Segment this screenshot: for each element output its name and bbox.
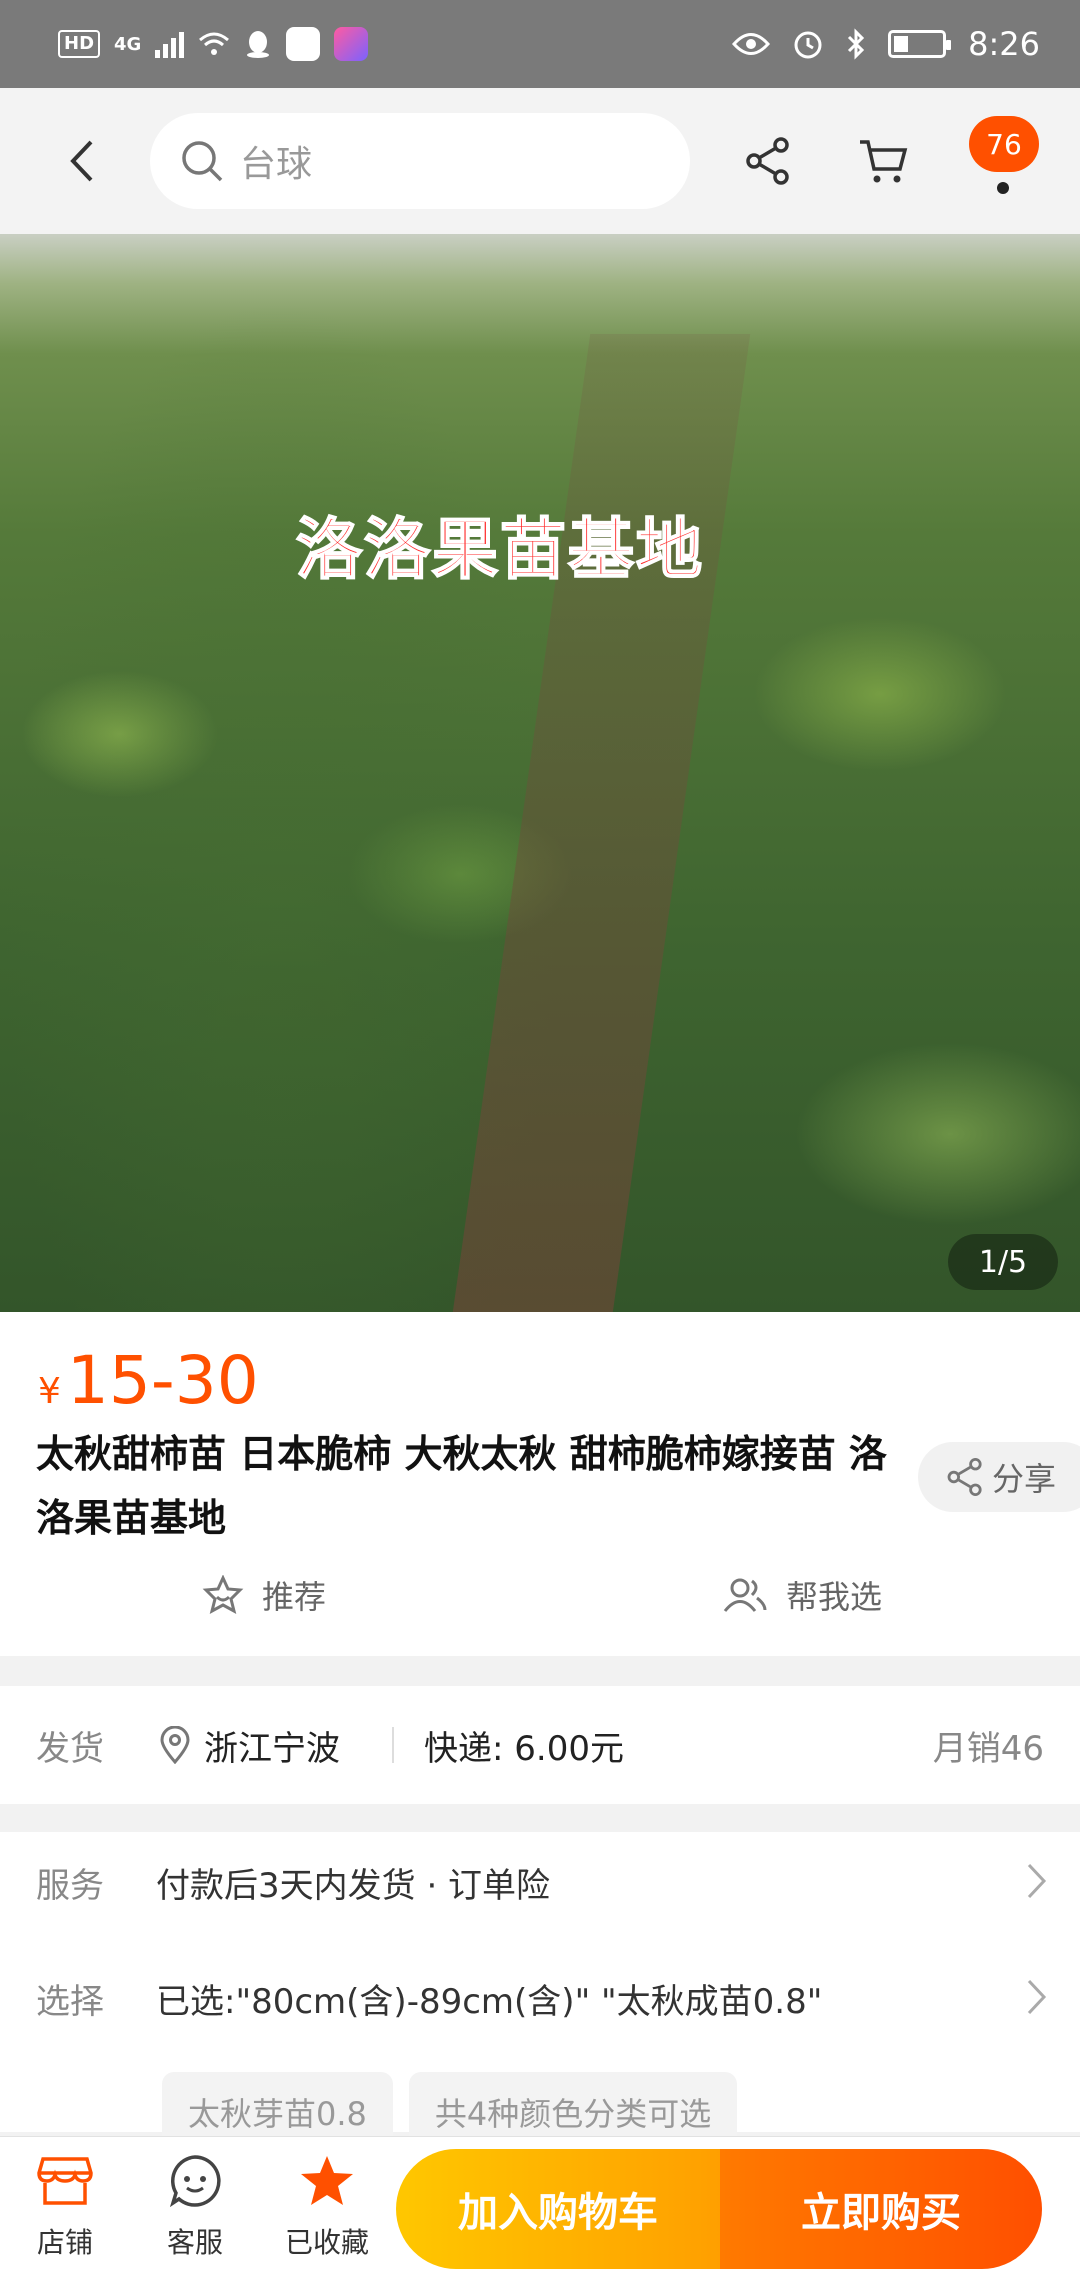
clock: 8:26 — [968, 25, 1040, 63]
signal-icon — [155, 30, 185, 58]
buy-now-button[interactable]: 立即购买 — [720, 2149, 1042, 2269]
currency-symbol: ¥ — [38, 1371, 61, 1412]
customer-service-button[interactable]: 客服 — [140, 2151, 250, 2271]
service-label: 服务 — [36, 1865, 104, 1906]
top-nav: 台球 76 — [0, 88, 1080, 234]
status-bar: HD 4G 8:26 — [0, 0, 1080, 88]
cart-icon — [860, 140, 908, 183]
product-actions: 推荐 帮我选 — [0, 1562, 1080, 1642]
location-text: 浙江宁波 — [204, 1728, 340, 1769]
wifi-icon — [199, 32, 230, 55]
customer-service-icon — [165, 2151, 225, 2211]
service-selection-card: 服务 付款后3天内发货 · 订单险 选择 已选:"80cm(含)-89cm(含)… — [0, 1832, 1080, 2152]
favorite-button[interactable]: 已收藏 — [272, 2151, 382, 2271]
selection-label: 选择 — [36, 1981, 104, 2022]
selection-value: 已选:"80cm(含)-89cm(含)" "太秋成苗0.8" — [156, 1981, 823, 2022]
shipping-fee: 快递: 6.00元 — [424, 1728, 624, 1769]
battery-icon — [888, 30, 952, 58]
share-icon — [746, 137, 789, 185]
location-pin-icon — [160, 1726, 190, 1764]
recommend-button[interactable]: 推荐 — [202, 1572, 326, 1618]
favorite-label: 已收藏 — [284, 2226, 369, 2259]
bluetooth-icon — [848, 28, 865, 60]
people-icon — [723, 1578, 767, 1612]
bottom-action-bar: 店铺 客服 已收藏 加入购物车 立即购买 — [0, 2136, 1080, 2280]
share-label: 分享 — [992, 1460, 1057, 1498]
qq-icon — [247, 31, 270, 58]
search-placeholder: 台球 — [240, 144, 313, 185]
product-info-card: ¥ 15-30 太秋甜柿苗 日本脆柿 大秋太秋 甜柿脆柿嫁接苗 洛洛果苗基地 分… — [0, 1312, 1080, 1656]
star-icon — [297, 2151, 357, 2211]
help-choose-label: 帮我选 — [786, 1578, 883, 1616]
store-icon — [35, 2151, 95, 2211]
more-dot-icon — [997, 182, 1009, 194]
shop-label: 店铺 — [36, 2226, 93, 2259]
chevron-right-icon — [1027, 1979, 1047, 2015]
message-count-badge: 76 — [969, 116, 1039, 172]
eye-comfort-icon — [732, 33, 771, 55]
share-button[interactable] — [735, 128, 801, 194]
product-image-carousel[interactable]: 洛洛果苗基地 1/5 — [0, 234, 1080, 1312]
recommend-label: 推荐 — [262, 1578, 327, 1616]
back-button[interactable] — [52, 128, 112, 194]
image-counter: 1/5 — [948, 1234, 1058, 1290]
chevron-right-icon — [1027, 1863, 1047, 1899]
share-icon — [947, 1458, 982, 1496]
price-value: 15-30 — [66, 1342, 259, 1419]
service-value: 付款后3天内发货 · 订单险 — [156, 1865, 551, 1906]
shop-button[interactable]: 店铺 — [10, 2151, 120, 2271]
ship-location: 浙江宁波 — [160, 1721, 340, 1770]
selection-row[interactable]: 选择 已选:"80cm(含)-89cm(含)" "太秋成苗0.8" — [0, 1948, 1080, 2048]
hd-badge: HD — [58, 30, 101, 58]
recommend-icon — [202, 1575, 244, 1614]
battery-level — [894, 36, 908, 52]
shipping-label: 发货 — [36, 1728, 104, 1769]
monthly-sales: 月销46 — [932, 1728, 1044, 1769]
add-to-cart-button[interactable]: 加入购物车 — [396, 2149, 720, 2269]
shipping-row[interactable]: 发货 浙江宁波 快递: 6.00元 月销46 — [0, 1686, 1080, 1804]
customer-service-label: 客服 — [166, 2226, 223, 2259]
alarm-icon — [794, 31, 822, 59]
image-caption: 洛洛果苗基地 — [295, 510, 704, 589]
search-bar[interactable]: 台球 — [150, 113, 690, 209]
app-notification-icon — [286, 27, 321, 61]
share-pill-button[interactable]: 分享 — [918, 1442, 1080, 1512]
honor-app-icon — [334, 27, 369, 61]
help-me-choose-button[interactable]: 帮我选 — [722, 1572, 882, 1618]
divider — [392, 1727, 394, 1763]
back-arrow-icon — [70, 140, 93, 182]
network-type: 4G — [114, 33, 142, 55]
service-row[interactable]: 服务 付款后3天内发货 · 订单险 — [0, 1832, 1080, 1932]
product-title: 太秋甜柿苗 日本脆柿 大秋太秋 甜柿脆柿嫁接苗 洛洛果苗基地 — [36, 1432, 887, 1540]
price: ¥ 15-30 — [38, 1342, 259, 1419]
cart-button[interactable] — [850, 128, 916, 194]
search-icon — [182, 141, 223, 182]
message-button[interactable]: 76 — [965, 116, 1045, 206]
